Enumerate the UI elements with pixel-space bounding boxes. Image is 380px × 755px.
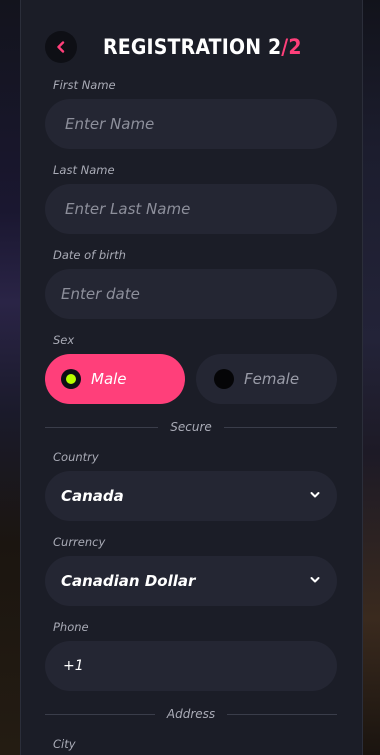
first-name-field[interactable]: Enter Name	[45, 99, 337, 149]
title-total: 2	[288, 35, 302, 59]
radio-unselected-icon	[214, 369, 234, 389]
first-name-label: First Name	[53, 78, 116, 92]
chevron-down-icon	[309, 489, 321, 501]
registration-panel: REGISTRATION 2/2 First Name Enter Name L…	[20, 0, 363, 755]
last-name-label: Last Name	[53, 163, 115, 177]
address-divider: Address	[45, 706, 338, 722]
dob-field[interactable]: Enter date	[45, 269, 337, 319]
secure-divider: Secure	[45, 419, 337, 435]
address-divider-label: Address	[166, 707, 216, 721]
chevron-left-icon	[55, 38, 67, 57]
sex-option-label: Male	[91, 370, 127, 388]
sex-option-female[interactable]: Female	[196, 354, 337, 404]
dob-label: Date of birth	[53, 248, 126, 262]
currency-value: Canadian Dollar	[61, 572, 196, 590]
sex-label: Sex	[53, 333, 75, 347]
radio-selected-icon	[61, 369, 81, 389]
phone-value: +1	[63, 658, 84, 674]
page-title: REGISTRATION 2/2	[103, 30, 302, 64]
last-name-placeholder: Enter Last Name	[65, 200, 191, 218]
background-left-edge	[0, 0, 22, 755]
city-label: City	[53, 737, 76, 751]
title-slash: /	[281, 35, 289, 59]
secure-divider-label: Secure	[170, 420, 212, 434]
sex-option-male[interactable]: Male	[45, 354, 185, 404]
country-value: Canada	[61, 487, 124, 505]
phone-field[interactable]: +1	[45, 641, 337, 691]
country-label: Country	[53, 450, 99, 464]
currency-select[interactable]: Canadian Dollar	[45, 556, 337, 606]
dob-placeholder: Enter date	[61, 285, 140, 303]
country-select[interactable]: Canada	[45, 471, 337, 521]
phone-label: Phone	[53, 620, 89, 634]
title-step: REGISTRATION 2	[103, 35, 282, 59]
last-name-field[interactable]: Enter Last Name	[45, 184, 337, 234]
chevron-down-icon	[309, 574, 321, 586]
sex-option-label: Female	[244, 370, 300, 388]
back-button[interactable]	[45, 31, 77, 63]
currency-label: Currency	[53, 535, 106, 549]
first-name-placeholder: Enter Name	[65, 115, 155, 133]
